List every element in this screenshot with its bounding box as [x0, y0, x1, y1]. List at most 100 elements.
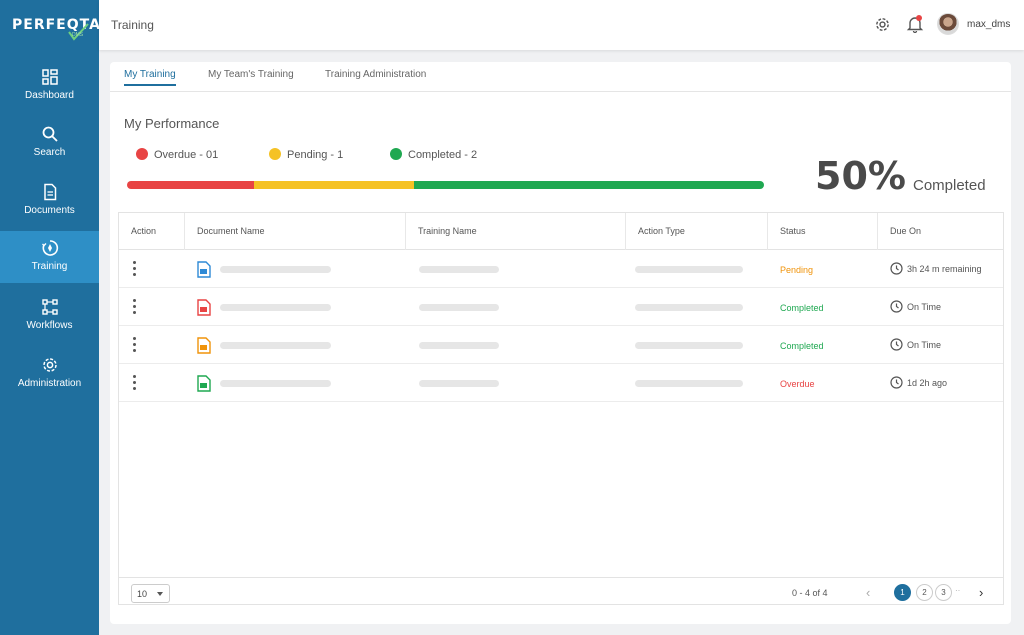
training-name-placeholder — [419, 342, 499, 349]
legend-pending: Pending - 1 — [269, 148, 343, 161]
due-on: On Time — [890, 300, 941, 313]
action-type-placeholder — [635, 266, 743, 273]
page-button-2[interactable]: 2 — [916, 584, 933, 601]
column-header-status[interactable]: Status — [768, 213, 878, 250]
legend-dot-pending — [269, 148, 281, 160]
due-on: On Time — [890, 338, 941, 351]
performance-title: My Performance — [124, 116, 220, 131]
row-actions-kebab-icon[interactable] — [133, 375, 137, 391]
training-name-placeholder — [419, 266, 499, 273]
chevron-right-icon[interactable]: › — [979, 585, 983, 600]
due-on-text: On Time — [907, 302, 942, 312]
active-tab-indicator — [124, 84, 176, 86]
sidebar-item-administration[interactable]: Administration — [0, 348, 99, 400]
progress-segment-pending — [254, 181, 414, 189]
sidebar-item-label: Training — [31, 261, 68, 272]
training-card: My Training My Team's Training Training … — [110, 62, 1011, 624]
rows-per-page-select[interactable]: 10 — [131, 584, 170, 603]
status-badge: Overdue — [780, 379, 815, 389]
due-on-text: 3h 24 m remaining — [907, 264, 982, 274]
sidebar-item-workflows[interactable]: Workflows — [0, 290, 99, 342]
completion-label: Completed — [913, 177, 986, 194]
clock-icon — [890, 338, 903, 351]
sidebar-item-training[interactable]: Training — [0, 231, 99, 283]
document-name-placeholder — [220, 266, 331, 273]
table-header: Action Document Name Training Name Actio… — [119, 213, 1003, 250]
pagination-ellipsis: ·· — [955, 586, 961, 595]
status-badge: Completed — [780, 303, 824, 313]
sidebar: PERFEQTA DMS Dashboard Search Documents … — [0, 0, 100, 635]
pdf-file-icon — [197, 299, 211, 316]
page-button-1[interactable]: 1 — [894, 584, 911, 601]
notification-dot — [916, 15, 922, 21]
action-type-placeholder — [635, 342, 743, 349]
gear-icon — [42, 358, 57, 372]
sidebar-item-label: Documents — [24, 205, 75, 216]
column-header-document-name[interactable]: Document Name — [185, 213, 406, 250]
pagination-range: 0 - 4 of 4 — [792, 588, 828, 598]
top-bar: Training max_dms — [99, 0, 1024, 50]
legend-completed: Completed - 2 — [390, 148, 477, 161]
due-on-text: On Time — [907, 340, 942, 350]
search-icon — [42, 126, 58, 142]
row-actions-kebab-icon[interactable] — [133, 261, 137, 277]
table-footer: 10 0 - 4 of 4 ‹ 1 2 3 ·· › — [119, 577, 1003, 605]
sidebar-item-search[interactable]: Search — [0, 117, 99, 169]
clock-icon — [890, 300, 903, 313]
sidebar-item-documents[interactable]: Documents — [0, 175, 99, 227]
column-header-action-type[interactable]: Action Type — [626, 213, 768, 250]
due-on-text: 1d 2h ago — [907, 378, 948, 388]
table-row[interactable]: Completed On Time — [119, 326, 1003, 364]
chevron-left-icon[interactable]: ‹ — [866, 585, 870, 600]
tab-bar: My Training My Team's Training Training … — [110, 62, 1011, 92]
status-badge: Completed — [780, 341, 824, 351]
avatar[interactable] — [937, 13, 959, 35]
action-type-placeholder — [635, 380, 743, 387]
logo-sub: DMS — [72, 32, 84, 38]
rows-per-page-value: 10 — [137, 589, 148, 599]
document-name-placeholder — [220, 304, 331, 311]
legend-completed-label: Completed - 2 — [408, 149, 478, 161]
workflow-icon — [41, 299, 58, 315]
table-row[interactable]: Completed On Time — [119, 288, 1003, 326]
column-header-due-on[interactable]: Due On — [878, 213, 1003, 250]
progress-segment-completed — [413, 181, 764, 189]
legend-dot-overdue — [136, 148, 148, 160]
table-row[interactable]: Pending 3h 24 m remaining — [119, 250, 1003, 288]
status-badge: Pending — [780, 265, 814, 275]
legend-dot-completed — [390, 148, 402, 160]
excel-file-icon — [197, 375, 211, 392]
column-header-training-name[interactable]: Training Name — [406, 213, 626, 250]
username[interactable]: max_dms — [967, 19, 1010, 30]
progress-segment-overdue — [127, 181, 255, 189]
sidebar-item-label: Administration — [17, 378, 82, 389]
due-on: 1d 2h ago — [890, 376, 947, 389]
tab-training-administration[interactable]: Training Administration — [325, 69, 426, 80]
tab-my-teams-training[interactable]: My Team's Training — [208, 69, 294, 80]
tab-my-training[interactable]: My Training — [124, 69, 176, 80]
ppt-file-icon — [197, 337, 211, 354]
training-icon — [41, 240, 58, 256]
clock-icon — [890, 262, 903, 275]
table-row[interactable]: Overdue 1d 2h ago — [119, 364, 1003, 402]
page-button-3[interactable]: 3 — [935, 584, 952, 601]
page-title: Training — [111, 18, 154, 32]
word-file-icon — [197, 261, 211, 278]
sidebar-item-label: Search — [33, 147, 66, 158]
performance-progress-bar — [127, 181, 764, 189]
row-actions-kebab-icon[interactable] — [133, 337, 137, 353]
dashboard-icon — [41, 69, 58, 85]
action-type-placeholder — [635, 304, 743, 311]
app-logo[interactable]: PERFEQTA DMS — [12, 16, 100, 42]
sidebar-item-dashboard[interactable]: Dashboard — [0, 60, 99, 112]
row-actions-kebab-icon[interactable] — [133, 299, 137, 315]
settings-gear-icon[interactable] — [874, 16, 891, 33]
training-name-placeholder — [419, 380, 499, 387]
legend-overdue-label: Overdue - 01 — [154, 149, 219, 161]
document-icon — [43, 183, 56, 201]
sidebar-item-label: Dashboard — [25, 90, 74, 101]
legend-overdue: Overdue - 01 — [136, 148, 218, 161]
completion-percent: 50% — [815, 154, 906, 198]
column-header-action[interactable]: Action — [119, 213, 185, 250]
training-name-placeholder — [419, 304, 499, 311]
